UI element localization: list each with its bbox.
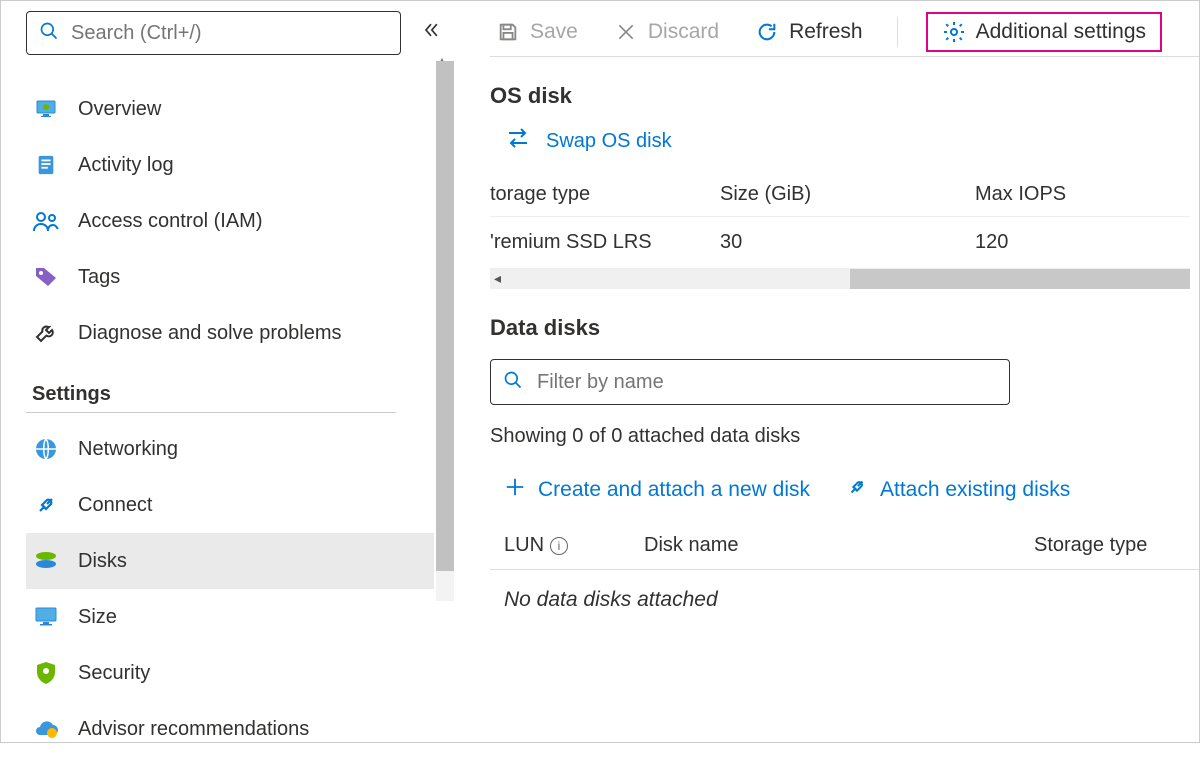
gear-icon bbox=[942, 20, 966, 44]
create-attach-label: Create and attach a new disk bbox=[538, 478, 810, 502]
swap-os-disk-button[interactable]: Swap OS disk bbox=[506, 127, 1199, 155]
close-icon bbox=[614, 20, 638, 44]
data-disks-table-header: LUN i Disk name Storage type bbox=[490, 524, 1199, 570]
sidebar-item-label: Diagnose and solve problems bbox=[78, 322, 342, 345]
filter-input[interactable] bbox=[535, 370, 997, 395]
sidebar-item-label: Overview bbox=[78, 98, 161, 121]
sidebar-item-size[interactable]: Size bbox=[26, 589, 434, 645]
col-storage-type: Storage type bbox=[1034, 534, 1199, 557]
col-lun: LUN i bbox=[504, 534, 644, 557]
sidebar-item-access-control[interactable]: Access control (IAM) bbox=[26, 193, 434, 249]
save-icon bbox=[496, 20, 520, 44]
sidebar-item-advisor[interactable]: Advisor recommendations bbox=[26, 701, 434, 757]
showing-count: Showing 0 of 0 attached data disks bbox=[490, 425, 1199, 448]
divider bbox=[26, 412, 396, 413]
data-disks-heading: Data disks bbox=[490, 315, 1199, 341]
refresh-label: Refresh bbox=[789, 20, 863, 44]
shield-icon bbox=[32, 659, 60, 687]
search-icon bbox=[503, 370, 523, 395]
swap-icon bbox=[506, 127, 530, 155]
plug-icon bbox=[32, 491, 60, 519]
no-data-disks-message: No data disks attached bbox=[490, 570, 1199, 612]
create-attach-disk-button[interactable]: Create and attach a new disk bbox=[504, 476, 810, 504]
people-icon bbox=[32, 207, 60, 235]
discard-label: Discard bbox=[648, 20, 719, 44]
sidebar-item-disks[interactable]: Disks bbox=[26, 533, 434, 589]
sidebar-item-security[interactable]: Security bbox=[26, 645, 434, 701]
additional-settings-label: Additional settings bbox=[976, 20, 1146, 44]
sidebar-item-activity-log[interactable]: Activity log bbox=[26, 137, 434, 193]
sidebar-item-label: Security bbox=[78, 662, 150, 685]
highlighted-additional-settings: Additional settings bbox=[926, 12, 1162, 52]
sidebar-item-label: Tags bbox=[78, 266, 120, 289]
os-disk-table-header: torage type Size (GiB) Max IOPS bbox=[490, 177, 1190, 217]
sidebar-item-label: Connect bbox=[78, 494, 153, 517]
toolbar-divider bbox=[897, 17, 898, 47]
sidebar-scrollbar[interactable]: ▴ bbox=[436, 61, 454, 601]
refresh-icon bbox=[755, 20, 779, 44]
os-disk-horizontal-scrollbar[interactable]: ◂ bbox=[490, 269, 1190, 289]
globe-icon bbox=[32, 435, 60, 463]
sidebar-item-overview[interactable]: Overview bbox=[26, 81, 434, 137]
sidebar-item-connect[interactable]: Connect bbox=[26, 477, 434, 533]
sidebar-item-diagnose[interactable]: Diagnose and solve problems bbox=[26, 305, 434, 361]
nav-top: Overview Activity log Access control (IA… bbox=[26, 81, 434, 757]
discard-button[interactable]: Discard bbox=[608, 16, 725, 48]
sidebar-item-label: Activity log bbox=[78, 154, 174, 177]
search-icon bbox=[39, 21, 59, 46]
save-button[interactable]: Save bbox=[490, 16, 584, 48]
sidebar: Overview Activity log Access control (IA… bbox=[1, 1, 456, 742]
cell-storage-type: 'remium SSD LRS bbox=[490, 231, 720, 254]
log-icon bbox=[32, 151, 60, 179]
cloud-icon bbox=[32, 715, 60, 743]
sidebar-item-label: Disks bbox=[78, 550, 127, 573]
cell-max-iops: 120 bbox=[975, 231, 1190, 254]
sidebar-item-label: Size bbox=[78, 606, 117, 629]
sidebar-search[interactable] bbox=[26, 11, 401, 55]
col-size: Size (GiB) bbox=[720, 183, 975, 206]
monitor2-icon bbox=[32, 603, 60, 631]
sidebar-item-networking[interactable]: Networking bbox=[26, 421, 434, 477]
additional-settings-button[interactable]: Additional settings bbox=[936, 16, 1152, 48]
plus-icon bbox=[504, 476, 526, 504]
attach-existing-label: Attach existing disks bbox=[880, 478, 1070, 502]
os-disk-row[interactable]: 'remium SSD LRS 30 120 bbox=[490, 217, 1190, 269]
sidebar-item-label: Advisor recommendations bbox=[78, 718, 309, 741]
filter-by-name[interactable] bbox=[490, 359, 1010, 405]
disks-icon bbox=[32, 547, 60, 575]
collapse-sidebar-button[interactable] bbox=[415, 14, 447, 52]
toolbar: Save Discard Refresh Additional settings bbox=[490, 1, 1199, 57]
plug-icon bbox=[846, 476, 868, 504]
col-max-iops: Max IOPS bbox=[975, 183, 1190, 206]
sidebar-item-label: Networking bbox=[78, 438, 178, 461]
save-label: Save bbox=[530, 20, 578, 44]
col-disk-name: Disk name bbox=[644, 534, 1034, 557]
os-disk-heading: OS disk bbox=[490, 83, 1199, 109]
monitor-icon bbox=[32, 95, 60, 123]
main-content: Save Discard Refresh Additional settings… bbox=[456, 1, 1199, 742]
refresh-button[interactable]: Refresh bbox=[749, 16, 869, 48]
info-icon[interactable]: i bbox=[550, 537, 568, 555]
os-disk-table: torage type Size (GiB) Max IOPS 'remium … bbox=[490, 177, 1190, 289]
sidebar-search-input[interactable] bbox=[69, 21, 388, 46]
tag-icon bbox=[32, 263, 60, 291]
wrench-icon bbox=[32, 319, 60, 347]
sidebar-item-label: Access control (IAM) bbox=[78, 210, 262, 233]
sidebar-section-settings: Settings bbox=[32, 383, 434, 406]
cell-size: 30 bbox=[720, 231, 975, 254]
sidebar-item-tags[interactable]: Tags bbox=[26, 249, 434, 305]
col-storage-type: torage type bbox=[490, 183, 720, 206]
swap-os-disk-label: Swap OS disk bbox=[546, 130, 672, 153]
attach-existing-disks-button[interactable]: Attach existing disks bbox=[846, 476, 1070, 504]
